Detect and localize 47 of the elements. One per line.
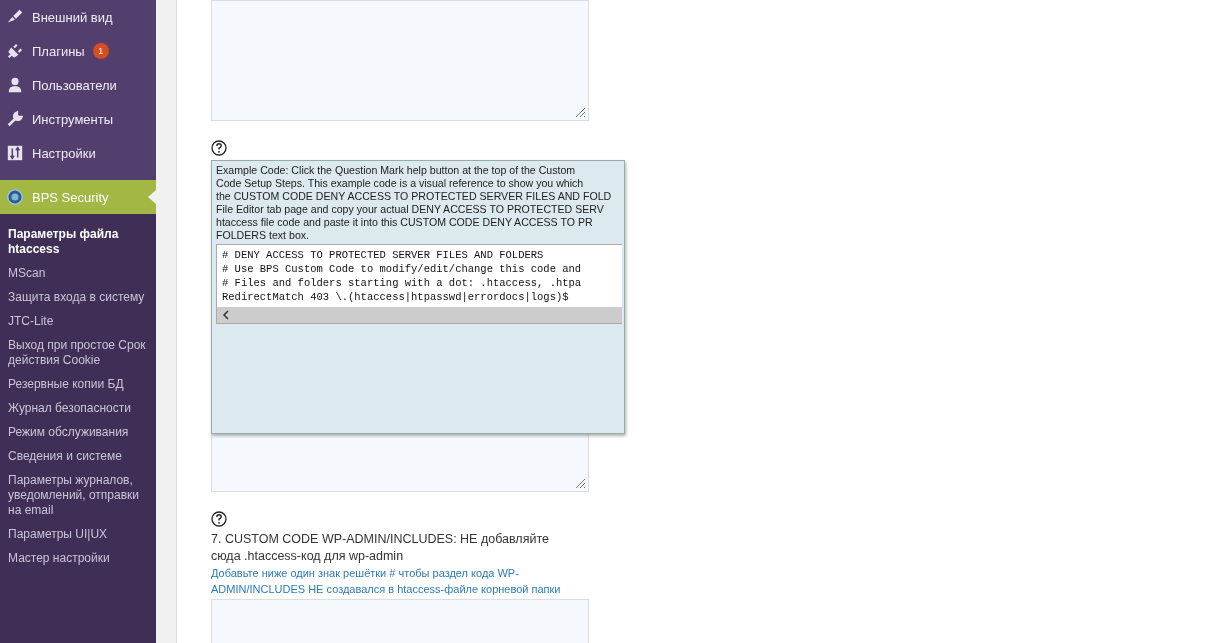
code-line: # DENY ACCESS TO PROTECTED SERVER FILES AND FOLDERS: [222, 248, 545, 262]
menu-item[interactable]: Внешний вид: [0, 0, 156, 34]
popup-text-line: the CUSTOM CODE DENY ACCESS TO PROTECTED SERVER FILES AND FOLD: [216, 190, 613, 203]
section-hint: Добавьте ниже один знак решётки # чтобы раздел кода WP-ADMIN/INCLUDES НЕ создавался в htaccess-файле корневой папки: [211, 566, 562, 597]
menu-label: Инструменты: [32, 111, 114, 127]
menu-label: Пользователи: [32, 77, 117, 93]
submenu-item[interactable]: Параметры файла htaccess: [0, 224, 156, 263]
menu-label: Настройки: [32, 145, 96, 161]
submenu-item[interactable]: Выход при простое Срок действия Cookie: [0, 335, 156, 374]
submenu-item[interactable]: JTC-Lite: [0, 311, 156, 335]
menu-label: Внешний вид: [32, 9, 113, 25]
popup-text-line: FOLDERS text box.: [216, 229, 311, 242]
scroll-left-icon[interactable]: [221, 310, 231, 320]
resize-handle-icon[interactable]: [574, 477, 586, 489]
code-line: # Files and folders starting with a dot: .htaccess, .htpa: [222, 276, 583, 290]
menu-label: Плагины: [32, 43, 85, 59]
shield-icon: [6, 188, 24, 206]
popup-text-line: File Editor tab page and copy your actual DENY ACCESS TO PROTECTED SERV: [216, 203, 605, 216]
popup-text-line: Code Setup Steps. This example code is a visual reference to show you which: [216, 177, 585, 190]
submenu-item[interactable]: Сведения и системе: [0, 446, 156, 470]
submenu-item[interactable]: Параметры журналов, уведомлений, отправки на email: [0, 470, 156, 524]
menu-item[interactable]: Инструменты: [0, 102, 156, 136]
menu-item[interactable]: Настройки: [0, 136, 156, 170]
update-count-badge: 1: [92, 43, 109, 59]
help-icon[interactable]: [211, 140, 227, 156]
submenu-item[interactable]: Журнал безопасности: [0, 398, 156, 422]
submenu-item[interactable]: Защита входа в систему: [0, 287, 156, 311]
submenu-item[interactable]: Параметры UI|UX: [0, 524, 156, 548]
user-icon: [6, 76, 24, 94]
code-line: RedirectMatch 403 \.(htaccess|htpasswd|errordocs|logs)$: [222, 290, 570, 304]
submenu-item[interactable]: Мастер настройки: [0, 548, 156, 572]
settings-icon: [6, 144, 24, 162]
submenu-item[interactable]: Резервные копии БД: [0, 374, 156, 398]
horizontal-scrollbar[interactable]: [217, 307, 622, 323]
popup-text-line: Example Code: Click the Question Mark help button at the top of the Custom: [216, 164, 577, 177]
menu-item[interactable]: Пользователи: [0, 68, 156, 102]
menu-label: BPS Security: [32, 189, 109, 205]
submenu-item[interactable]: MScan: [0, 263, 156, 287]
wrench-icon: [6, 110, 24, 128]
resize-handle-icon[interactable]: [574, 106, 586, 118]
popup-text-line: htaccess file code and paste it into this CUSTOM CODE DENY ACCESS TO PR: [216, 216, 594, 229]
code-line: # Use BPS Custom Code to modify/edit/change this code and: [222, 262, 583, 276]
help-icon[interactable]: [211, 511, 227, 527]
menu-item[interactable]: Плагины 1: [0, 34, 156, 68]
plug-icon: [6, 42, 24, 60]
section-title: 7. CUSTOM CODE WP-ADMIN/INCLUDES: НЕ добавляйте сюда .htaccess-код для wp-admin: [211, 531, 550, 565]
submenu-item[interactable]: Режим обслуживания: [0, 422, 156, 446]
